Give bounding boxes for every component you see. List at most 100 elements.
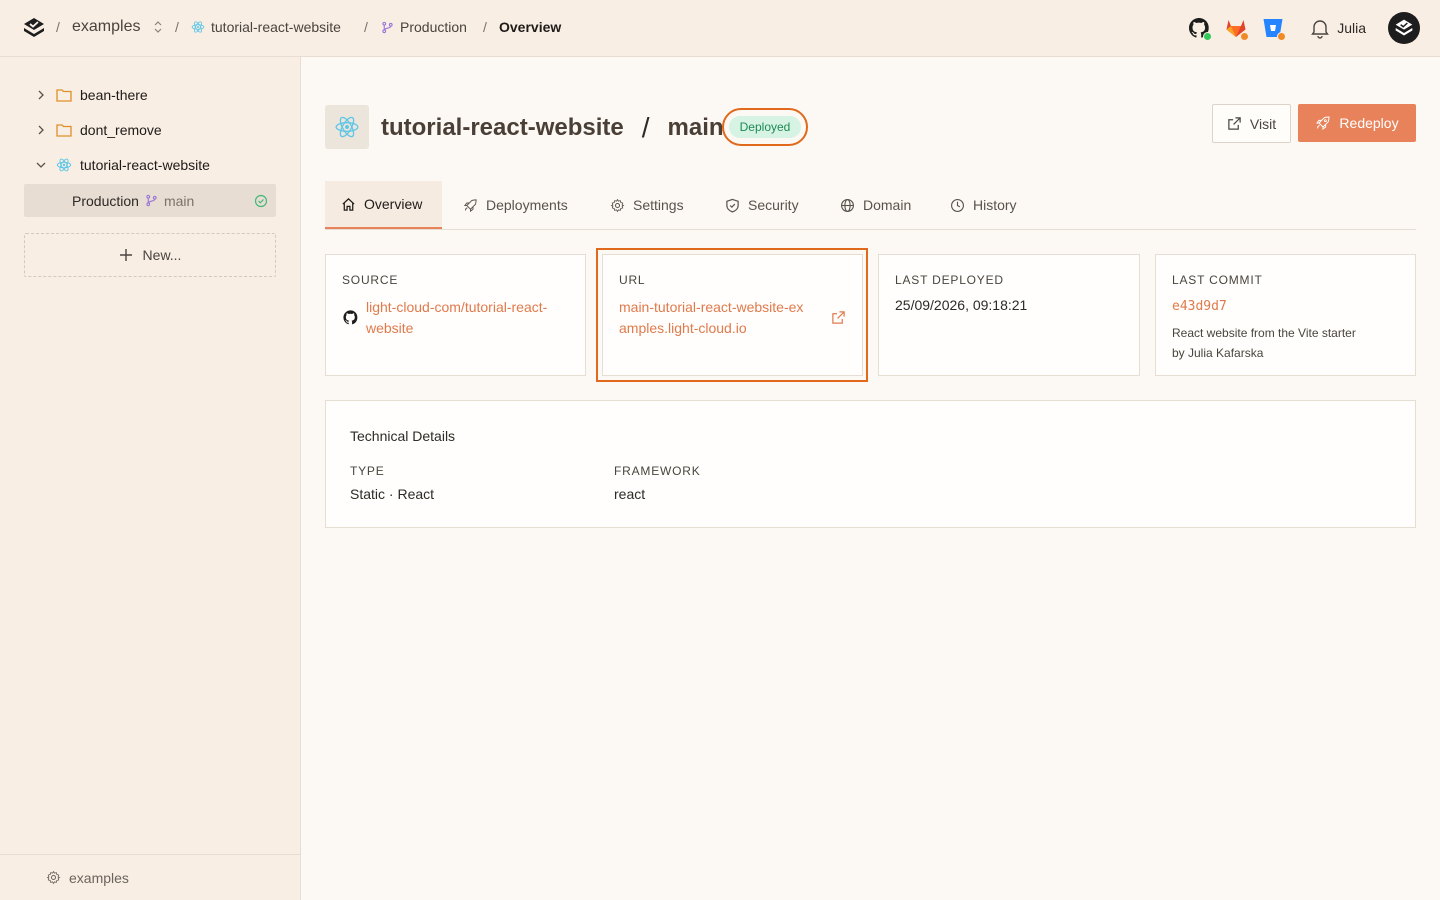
chevron-down-icon bbox=[36, 162, 46, 168]
breadcrumb-separator: / bbox=[56, 19, 60, 35]
tab-label: History bbox=[973, 197, 1017, 213]
avatar-logo-icon bbox=[1395, 19, 1413, 36]
status-badge: Deployed bbox=[729, 116, 801, 138]
source-card: SOURCE light-cloud-com/tutorial-react- w… bbox=[325, 254, 586, 376]
tab-settings[interactable]: Settings bbox=[594, 181, 700, 229]
top-bar: / examples / tutorial-react-website / Pr… bbox=[0, 0, 1440, 57]
card-label: LAST COMMIT bbox=[1172, 273, 1263, 287]
breadcrumb-environment[interactable]: Production bbox=[381, 19, 467, 35]
breadcrumb-separator: / bbox=[483, 19, 487, 35]
sidebar-item-production[interactable]: Production main bbox=[24, 184, 276, 217]
tab-deployments[interactable]: Deployments bbox=[447, 181, 584, 229]
last-commit-card: LAST COMMIT e43d9d7 React website from t… bbox=[1155, 254, 1416, 376]
visit-button[interactable]: Visit bbox=[1212, 104, 1291, 143]
commit-message: React website from the Vite starter bbox=[1172, 326, 1356, 340]
shield-icon bbox=[726, 198, 739, 213]
page-title: tutorial-react-website / main bbox=[381, 112, 724, 144]
breadcrumb-current-page: Overview bbox=[499, 19, 562, 35]
chevron-right-icon bbox=[38, 90, 44, 100]
github-integration[interactable] bbox=[1187, 16, 1213, 42]
source-link-line-2: website bbox=[366, 320, 414, 336]
tab-label: Settings bbox=[633, 197, 684, 213]
rocket-icon bbox=[463, 198, 477, 212]
main-content: tutorial-react-website / main Deployed V… bbox=[301, 57, 1440, 900]
external-link-icon bbox=[1228, 117, 1241, 130]
breadcrumb-project[interactable]: tutorial-react-website bbox=[191, 19, 341, 35]
react-icon bbox=[56, 158, 72, 172]
plus-icon bbox=[119, 249, 132, 261]
app-logo-icon[interactable] bbox=[22, 16, 46, 40]
sidebar-item-label: bean-there bbox=[80, 87, 148, 103]
globe-icon bbox=[841, 198, 854, 212]
project-icon bbox=[325, 105, 369, 149]
home-icon bbox=[342, 197, 355, 211]
environment-name: Production bbox=[400, 19, 467, 35]
chevron-right-icon bbox=[38, 125, 44, 135]
clock-icon bbox=[951, 198, 964, 212]
project-name: tutorial-react-website bbox=[211, 19, 341, 35]
github-icon bbox=[343, 310, 358, 325]
source-repo-link[interactable]: light-cloud-com/tutorial-react- website bbox=[366, 297, 547, 339]
react-icon bbox=[191, 21, 205, 33]
tab-overview[interactable]: Overview bbox=[325, 181, 442, 229]
folder-icon bbox=[56, 89, 72, 102]
breadcrumb-separator: / bbox=[364, 19, 368, 35]
redeploy-button[interactable]: Redeploy bbox=[1298, 104, 1416, 142]
branch-icon bbox=[146, 194, 157, 207]
branch-title: main bbox=[667, 114, 724, 141]
commit-hash-link[interactable]: e43d9d7 bbox=[1172, 299, 1227, 314]
redeploy-label: Redeploy bbox=[1339, 115, 1399, 131]
url-card-highlight bbox=[596, 248, 868, 382]
visit-label: Visit bbox=[1249, 115, 1277, 132]
org-name: examples bbox=[72, 18, 141, 35]
title-separator: / bbox=[641, 112, 650, 143]
bell-icon[interactable] bbox=[1308, 16, 1332, 40]
tab-domain[interactable]: Domain bbox=[824, 181, 927, 229]
tab-history[interactable]: History bbox=[934, 181, 1033, 229]
last-deployed-card: LAST DEPLOYED 25/09/2026, 09:18:21 bbox=[878, 254, 1140, 376]
check-circle-icon bbox=[254, 194, 268, 208]
branch-icon bbox=[382, 21, 393, 33]
sidebar: bean-there dont_remove tutorial-react-we… bbox=[0, 57, 301, 900]
card-label: LAST DEPLOYED bbox=[895, 273, 1004, 287]
avatar[interactable] bbox=[1388, 12, 1420, 44]
breadcrumb-org[interactable]: examples bbox=[72, 18, 164, 36]
technical-details-card: Technical Details TYPE Static · React FR… bbox=[325, 400, 1416, 528]
sidebar-item-dont-remove[interactable]: dont_remove bbox=[36, 119, 162, 141]
source-link-line-1: light-cloud-com/tutorial-react- bbox=[366, 299, 548, 315]
sidebar-footer[interactable]: examples bbox=[0, 854, 300, 900]
type-value: Static · React bbox=[350, 486, 435, 502]
branch-label: main bbox=[163, 192, 195, 209]
chevron-updown-icon bbox=[155, 21, 162, 33]
tab-bar: Overview Deployments Settings Security D… bbox=[325, 181, 1416, 230]
tab-label: Overview bbox=[364, 196, 423, 212]
footer-label: examples bbox=[69, 869, 129, 886]
status-dot bbox=[1203, 32, 1212, 41]
sidebar-item-tutorial-react-website[interactable]: tutorial-react-website bbox=[36, 154, 210, 176]
new-button-label: New... bbox=[142, 247, 182, 263]
sidebar-item-bean-there[interactable]: bean-there bbox=[36, 84, 148, 106]
gitlab-integration[interactable] bbox=[1224, 16, 1250, 42]
framework-value: react bbox=[614, 486, 646, 502]
react-icon bbox=[335, 116, 359, 138]
project-title: tutorial-react-website bbox=[381, 114, 624, 141]
bitbucket-integration[interactable] bbox=[1261, 16, 1287, 42]
tab-label: Security bbox=[748, 197, 799, 213]
tab-security[interactable]: Security bbox=[709, 181, 815, 229]
sidebar-item-label: dont_remove bbox=[80, 122, 162, 138]
sidebar-item-label: tutorial-react-website bbox=[80, 157, 210, 173]
status-dot bbox=[1277, 32, 1286, 41]
framework-label: FRAMEWORK bbox=[614, 464, 701, 478]
type-label: TYPE bbox=[350, 464, 385, 478]
user-name[interactable]: Julia bbox=[1337, 20, 1366, 36]
gear-icon bbox=[610, 198, 625, 212]
rocket-icon bbox=[1316, 116, 1330, 130]
status-dot bbox=[1240, 32, 1249, 41]
tab-label: Deployments bbox=[486, 197, 568, 213]
new-button[interactable]: New... bbox=[24, 233, 276, 277]
tab-label: Domain bbox=[863, 197, 912, 213]
commit-author: by Julia Kafarska bbox=[1172, 346, 1264, 360]
environment-label: Production bbox=[72, 192, 139, 209]
commit-details: React website from the Vite starter by J… bbox=[1172, 323, 1356, 363]
card-label: SOURCE bbox=[342, 273, 399, 287]
